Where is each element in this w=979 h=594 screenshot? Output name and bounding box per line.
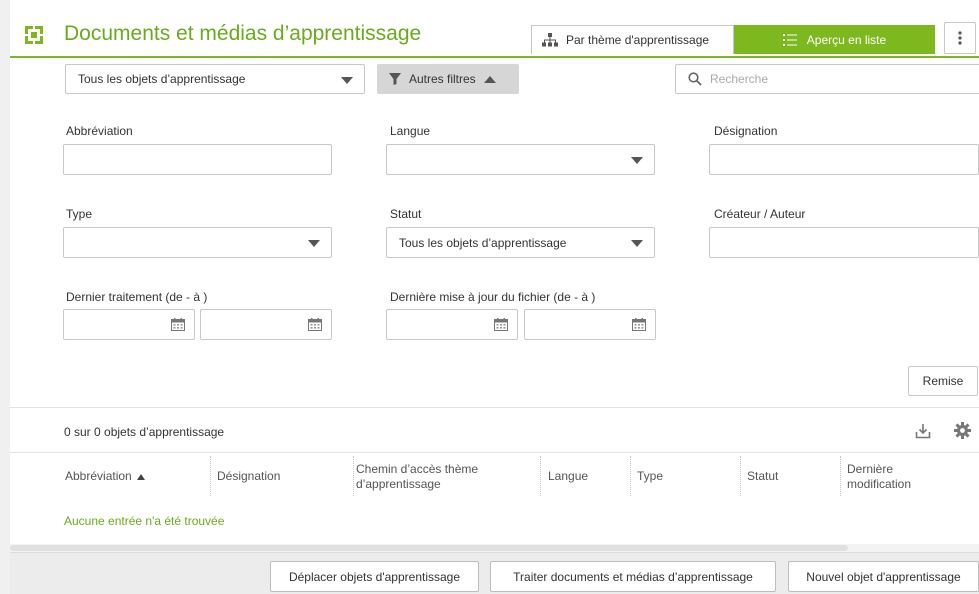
search-box[interactable]: [675, 64, 979, 94]
derniere-maj-to-field[interactable]: [524, 309, 656, 340]
abbreviation-label: Abbréviation: [66, 124, 133, 138]
column-separator: [353, 456, 354, 496]
column-header-label: Chemin d’accès thème d’apprentissage: [356, 461, 479, 491]
reset-button[interactable]: Remise: [908, 366, 978, 396]
column-header-label: Abbréviation: [65, 469, 132, 483]
designation-label: Désignation: [714, 124, 778, 138]
more-filters-label: Autres filtres: [409, 72, 476, 86]
table-empty-row: Aucune entrée n'a été trouvée: [10, 499, 979, 544]
chevron-down-icon: [308, 240, 320, 247]
column-separator: [740, 456, 741, 496]
more-filters-button[interactable]: Autres filtres: [377, 64, 519, 94]
statut-select[interactable]: Tous les objets d’apprentissage: [386, 227, 655, 258]
page-header: Documents et médias d’apprentissage Par …: [10, 10, 979, 58]
empty-message: Aucune entrée n'a été trouvée: [64, 514, 225, 528]
learning-objects-icon: [25, 26, 43, 44]
search-icon: [688, 72, 702, 86]
designation-input[interactable]: [710, 145, 978, 174]
dernier-traitement-from-field[interactable]: [63, 309, 195, 340]
horizontal-scrollbar[interactable]: [10, 544, 979, 552]
createur-field[interactable]: [709, 227, 979, 258]
more-options-button[interactable]: [944, 22, 976, 54]
dernier-traitement-to-field[interactable]: [200, 309, 332, 340]
gear-icon[interactable]: [954, 422, 971, 439]
column-header-label: Statut: [747, 469, 779, 483]
calendar-icon[interactable]: [632, 318, 646, 331]
chevron-up-icon: [483, 75, 496, 83]
list-icon: [782, 33, 797, 46]
table-header: Abbréviation Désignation Chemin d’accès …: [10, 452, 979, 499]
action-footer: Déplacer objets d'apprentissage Traiter …: [10, 552, 979, 594]
column-header-designation[interactable]: Désignation: [217, 453, 357, 500]
abbreviation-input[interactable]: [64, 145, 331, 174]
funnel-icon: [389, 73, 401, 85]
learning-documents-window: Documents et médias d’apprentissage Par …: [10, 0, 979, 594]
column-header-chemin[interactable]: Chemin d’accès thème d’apprentissage: [356, 453, 536, 500]
hierarchy-icon: [542, 33, 558, 47]
tab-list-view-label: Aperçu en liste: [806, 32, 887, 47]
download-icon[interactable]: [915, 423, 931, 439]
langue-label: Langue: [390, 124, 431, 138]
column-header-type[interactable]: Type: [637, 453, 737, 500]
move-objects-button[interactable]: Déplacer objets d'apprentissage: [270, 561, 479, 592]
column-header-derniere-modification[interactable]: Dernière modification: [847, 453, 947, 500]
abbreviation-field[interactable]: [63, 144, 332, 175]
derniere-maj-from-field[interactable]: [386, 309, 518, 340]
sort-ascending-icon: [136, 473, 145, 480]
createur-label: Créateur / Auteur: [714, 207, 806, 221]
result-count: 0 sur 0 objets d’apprentissage: [64, 425, 225, 439]
designation-field[interactable]: [709, 144, 979, 175]
chevron-down-icon: [341, 77, 353, 84]
dernier-traitement-label: Dernier traitement (de - à ): [66, 290, 208, 304]
horizontal-scrollbar-thumb[interactable]: [10, 545, 848, 551]
type-label: Type: [66, 207, 93, 221]
process-documents-button[interactable]: Traiter documents et médias d’apprentiss…: [490, 561, 776, 592]
chevron-down-icon: [631, 240, 643, 247]
chevron-down-icon: [631, 157, 643, 164]
calendar-icon[interactable]: [171, 318, 185, 331]
objects-filter-value: Tous les objets d’apprentissage: [78, 72, 246, 86]
column-header-label: Dernière modification: [847, 461, 912, 491]
new-object-button[interactable]: Nouvel objet d'apprentissage: [788, 561, 979, 592]
column-separator: [540, 456, 541, 496]
langue-select[interactable]: [386, 144, 655, 175]
derniere-maj-label: Dernière mise à jour du fichier (de - à …: [390, 290, 596, 304]
column-separator: [630, 456, 631, 496]
column-header-statut[interactable]: Statut: [747, 453, 827, 500]
calendar-icon[interactable]: [494, 318, 508, 331]
tab-list-view[interactable]: Aperçu en liste: [734, 25, 935, 54]
search-input[interactable]: [710, 72, 960, 86]
calendar-icon[interactable]: [308, 318, 322, 331]
tab-by-theme-label: Par thème d'apprentissage: [566, 33, 710, 47]
createur-input[interactable]: [710, 228, 978, 257]
tab-by-theme[interactable]: Par thème d'apprentissage: [531, 25, 734, 54]
results-divider: [10, 407, 979, 408]
statut-label: Statut: [390, 207, 422, 221]
objects-filter-select[interactable]: Tous les objets d’apprentissage: [65, 64, 365, 94]
column-header-label: Désignation: [217, 469, 281, 483]
column-separator: [210, 456, 211, 496]
column-header-langue[interactable]: Langue: [548, 453, 628, 500]
vertical-dots-icon: [958, 31, 962, 45]
statut-value: Tous les objets d’apprentissage: [399, 235, 567, 250]
column-separator: [840, 456, 841, 496]
column-header-abbreviation[interactable]: Abbréviation: [65, 453, 210, 500]
page-title: Documents et médias d’apprentissage: [64, 22, 422, 45]
column-header-label: Langue: [548, 469, 589, 483]
type-select[interactable]: [63, 227, 332, 258]
column-header-label: Type: [637, 469, 664, 483]
